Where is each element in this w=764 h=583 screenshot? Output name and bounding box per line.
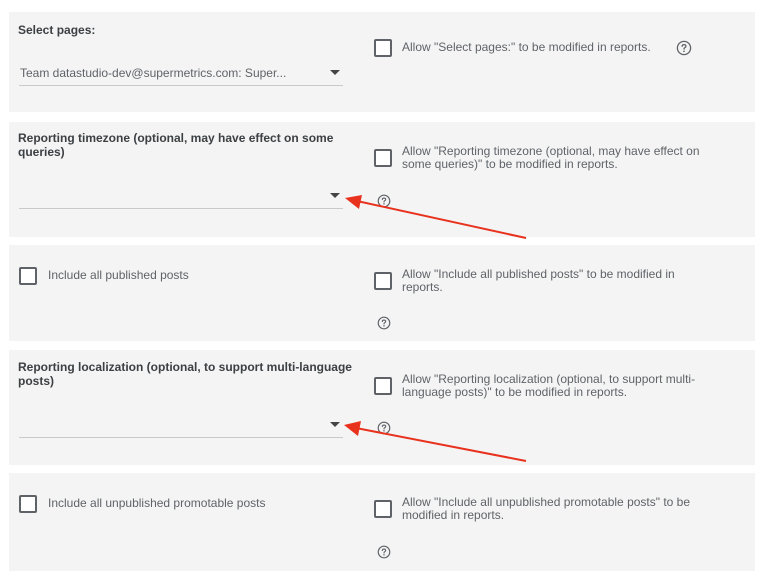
allow-localization-checkbox[interactable] (374, 377, 392, 395)
triangle-down-icon (330, 70, 340, 75)
allow-timezone-label: Allow "Reporting timezone (optional, may… (402, 144, 700, 171)
help-circle-icon[interactable] (377, 194, 391, 208)
allow-published-posts-checkbox[interactable] (374, 272, 392, 290)
triangle-down-icon (330, 193, 340, 198)
select-pages-panel: Select pages: Team datastudio-dev@superm… (9, 12, 755, 112)
timezone-dropdown[interactable] (19, 184, 343, 209)
timezone-panel: Reporting timezone (optional, may have e… (9, 122, 755, 237)
select-pages-dropdown[interactable]: Team datastudio-dev@supermetrics.com: Su… (19, 61, 343, 86)
timezone-label: Reporting timezone (optional, may have e… (18, 131, 334, 159)
allow-published-posts-label: Allow "Include all published posts" to b… (402, 267, 675, 294)
localization-panel: Reporting localization (optional, to sup… (9, 350, 755, 465)
select-pages-value: Team datastudio-dev@supermetrics.com: Su… (20, 66, 287, 80)
published-posts-panel: Include all published posts Allow "Inclu… (9, 245, 755, 341)
help-circle-icon[interactable] (377, 421, 391, 435)
help-circle-icon[interactable] (377, 545, 391, 559)
include-published-posts-label: Include all published posts (48, 268, 189, 282)
allow-timezone-checkbox[interactable] (374, 149, 392, 167)
help-circle-icon[interactable] (676, 40, 692, 56)
include-unpublished-posts-checkbox[interactable] (19, 495, 37, 513)
unpublished-posts-panel: Include all unpublished promotable posts… (9, 473, 755, 571)
include-published-posts-checkbox[interactable] (19, 267, 37, 285)
help-circle-icon[interactable] (377, 316, 391, 330)
allow-unpublished-posts-checkbox[interactable] (374, 500, 392, 518)
allow-unpublished-posts-label: Allow "Include all unpublished promotabl… (402, 495, 691, 522)
allow-select-pages-checkbox[interactable] (374, 39, 392, 57)
allow-localization-label: Allow "Reporting localization (optional,… (402, 372, 696, 399)
select-pages-label: Select pages: (18, 23, 96, 37)
include-unpublished-posts-label: Include all unpublished promotable posts (48, 496, 266, 510)
triangle-down-icon (330, 422, 340, 427)
localization-label: Reporting localization (optional, to sup… (18, 360, 352, 388)
localization-dropdown[interactable] (19, 413, 343, 438)
